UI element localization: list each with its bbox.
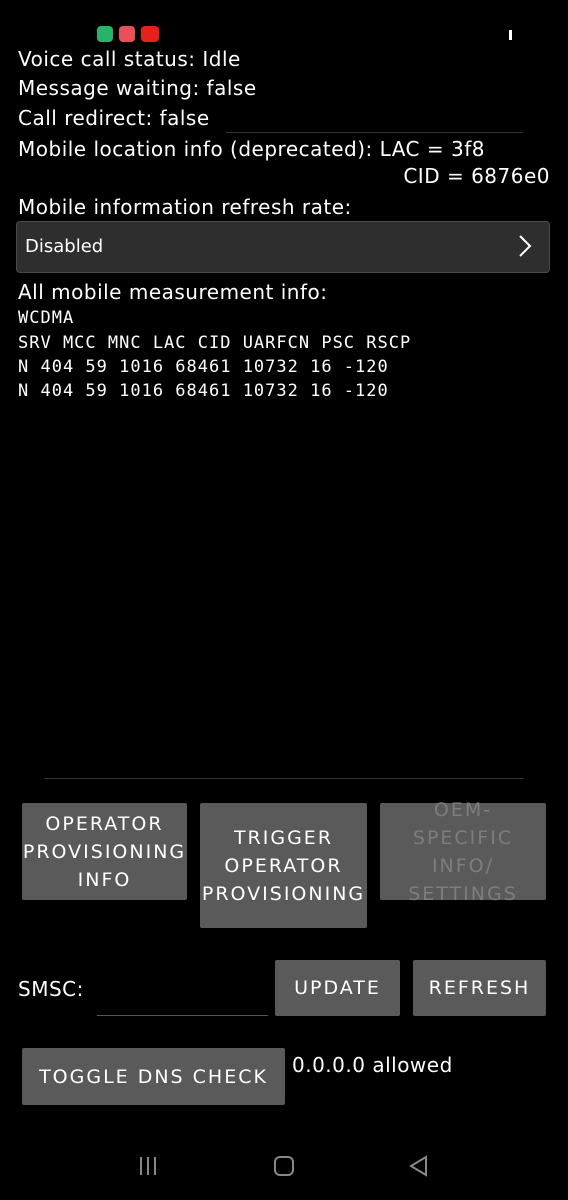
smsc-input[interactable] — [97, 975, 268, 1013]
divider — [226, 132, 523, 133]
cid-value: CID = 6876e0 — [403, 164, 550, 188]
measurement-technology: WCDMA — [18, 308, 75, 328]
call-redirect: Call redirect: false — [18, 106, 210, 130]
refresh-rate-selected: Disabled — [25, 236, 104, 257]
update-label: UPDATE — [294, 977, 381, 999]
back-icon[interactable] — [408, 1155, 430, 1177]
green-app-icon — [97, 26, 113, 42]
message-waiting: Message waiting: false — [18, 76, 257, 100]
oem-specific-info-label: OEM-SPECIFIC INFO/ SETTINGS — [408, 798, 518, 905]
measurement-row: N 404 59 1016 68461 10732 16 -120 — [18, 381, 389, 401]
home-icon[interactable] — [273, 1155, 295, 1177]
toggle-dns-check-label: TOGGLE DNS CHECK — [39, 1065, 268, 1088]
battery-icon — [509, 30, 512, 40]
refresh-button[interactable]: REFRESH — [413, 960, 546, 1016]
refresh-rate-spinner[interactable]: Disabled — [16, 221, 550, 273]
smsc-input-underline — [97, 1015, 268, 1016]
red-pin-icon — [119, 26, 135, 42]
refresh-rate-label: Mobile information refresh rate: — [18, 195, 352, 219]
chevron-right-icon — [519, 235, 532, 257]
measurement-row: N 404 59 1016 68461 10732 16 -120 — [18, 357, 389, 377]
voice-call-status: Voice call status: Idle — [18, 47, 241, 71]
youtube-icon — [141, 26, 159, 42]
trigger-operator-provisioning-button[interactable]: TRIGGER OPERATOR PROVISIONING — [200, 803, 367, 928]
measurement-title: All mobile measurement info: — [18, 280, 328, 304]
update-button[interactable]: UPDATE — [275, 960, 400, 1016]
operator-provisioning-info-button[interactable]: OPERATOR PROVISIONING INFO — [22, 803, 187, 900]
operator-provisioning-info-label: OPERATOR PROVISIONING INFO — [22, 812, 187, 891]
mobile-location-info: Mobile location info (deprecated): LAC =… — [18, 137, 485, 161]
divider — [44, 778, 524, 779]
toggle-dns-check-button[interactable]: TOGGLE DNS CHECK — [22, 1048, 285, 1105]
trigger-operator-provisioning-label: TRIGGER OPERATOR PROVISIONING — [201, 826, 366, 905]
smsc-label: SMSC: — [18, 977, 84, 1001]
measurement-header: SRV MCC MNC LAC CID UARFCN PSC RSCP — [18, 333, 412, 353]
status-bar-icons — [97, 26, 159, 42]
refresh-label: REFRESH — [428, 977, 531, 999]
dns-status: 0.0.0.0 allowed — [292, 1053, 453, 1077]
oem-specific-info-button[interactable]: OEM-SPECIFIC INFO/ SETTINGS — [380, 799, 546, 905]
recent-apps-icon[interactable] — [138, 1155, 158, 1177]
